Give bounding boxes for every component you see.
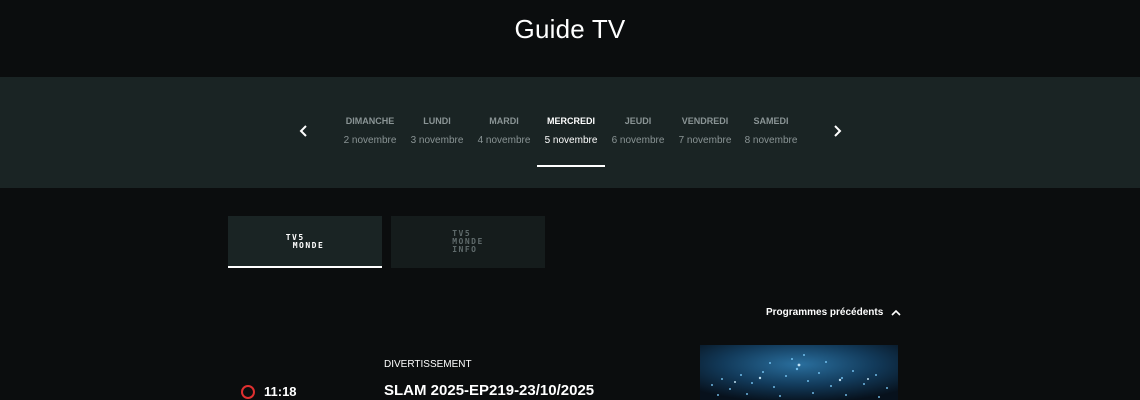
day-date: 8 novembre [744, 135, 798, 146]
tv5monde-logo: TV5 MONDE [228, 216, 382, 268]
next-days-arrow[interactable] [829, 121, 845, 141]
active-channel-underline [228, 266, 382, 268]
stage-lights-image [700, 345, 898, 400]
day-tab-mardi[interactable]: MARDI 4 novembre [470, 77, 538, 188]
tv-guide-page: Guide TV DIMANCHE 2 novembre LUNDI 3 nov… [0, 0, 1140, 400]
chevron-up-icon [891, 309, 901, 316]
day-name: MARDI [489, 116, 519, 126]
day-tab-vendredi[interactable]: VENDREDI 7 novembre [671, 77, 739, 188]
logo-line: MONDE [292, 241, 325, 250]
day-tab-dimanche[interactable]: DIMANCHE 2 novembre [336, 77, 404, 188]
day-name: DIMANCHE [345, 116, 395, 126]
program-genre: DIVERTISSEMENT [384, 359, 472, 370]
day-name: VENDREDI [681, 116, 729, 126]
day-tab-samedi[interactable]: SAMEDI 8 novembre [737, 77, 805, 188]
day-name: MERCREDI [546, 116, 595, 126]
page-title: Guide TV [514, 14, 626, 44]
program-title[interactable]: SLAM 2025-EP219-23/10/2025 [384, 382, 594, 399]
day-name: LUNDI [423, 116, 451, 126]
previous-programs-label: Programmes précédents [766, 307, 884, 318]
previous-programs-toggle[interactable]: Programmes précédents [766, 307, 901, 318]
tv5monde-info-logo: TV5 MONDE INFO [391, 216, 545, 268]
logo-line: INFO [452, 245, 478, 254]
day-tab-lundi[interactable]: LUNDI 3 novembre [403, 77, 471, 188]
channel-tab-tv5monde[interactable]: TV5 MONDE [228, 216, 382, 268]
day-tab-jeudi[interactable]: JEUDI 6 novembre [604, 77, 672, 188]
program-time: 11:18 [264, 384, 297, 399]
program-thumbnail[interactable] [700, 345, 898, 400]
day-tab-mercredi[interactable]: MERCREDI 5 novembre [537, 77, 605, 188]
day-name: SAMEDI [753, 116, 789, 126]
active-day-underline [537, 165, 605, 167]
day-selector: DIMANCHE 2 novembre LUNDI 3 novembre MAR… [0, 77, 1140, 188]
channel-tab-tv5monde-info[interactable]: TV5 MONDE INFO [391, 216, 545, 268]
chevron-right-icon [834, 125, 842, 137]
live-indicator-icon [241, 385, 255, 399]
day-name: JEUDI [624, 116, 652, 126]
